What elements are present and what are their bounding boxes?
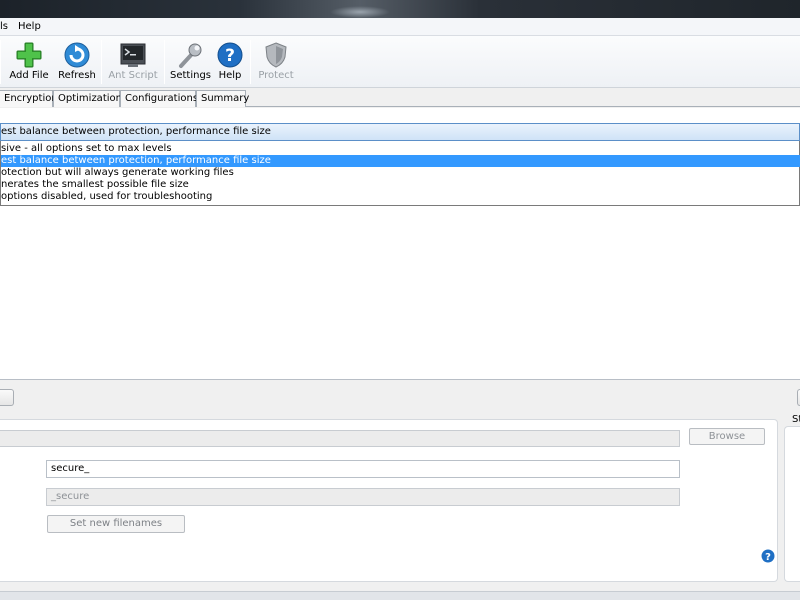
protect-button[interactable]: Protect	[255, 38, 297, 86]
left-panel-button[interactable]	[0, 389, 14, 406]
menu-help[interactable]: Help	[18, 21, 41, 32]
tab-optimization[interactable]: Optimization	[53, 90, 122, 107]
add-file-label: Add File	[9, 70, 49, 81]
settings-label: Settings	[170, 70, 212, 81]
refresh-button[interactable]: Refresh	[57, 38, 97, 86]
browse-button[interactable]: Browse	[689, 428, 765, 445]
ant-script-button[interactable]: Ant Script	[107, 38, 159, 86]
tab-strip: Encryption Optimization Configurations S…	[0, 89, 800, 107]
output-panel: St Browse secure_ _secure Set new filena…	[0, 381, 800, 600]
tab-configurations[interactable]: Configurations	[120, 90, 198, 107]
svg-text:?: ?	[765, 552, 771, 563]
status-bar	[0, 591, 800, 600]
terminal-icon	[120, 43, 146, 67]
profile-option-selected[interactable]: est balance between protection, performa…	[1, 155, 800, 167]
set-new-filenames-button[interactable]: Set new filenames	[47, 515, 185, 533]
protect-label: Protect	[258, 70, 294, 81]
help-button[interactable]: ? Help	[214, 38, 246, 86]
profile-option[interactable]: otection but will always generate workin…	[1, 167, 800, 179]
menu-bar: ls Help	[0, 18, 800, 36]
profile-combo[interactable]: est balance between protection, performa…	[0, 123, 800, 141]
tab-encryption[interactable]: Encryption	[0, 90, 58, 107]
settings-button[interactable]: Settings	[170, 38, 212, 86]
refresh-icon	[64, 42, 90, 68]
help-icon: ?	[217, 42, 243, 68]
profile-dropdown-list: sive - all options set to max levels est…	[0, 141, 800, 206]
toolbar-separator	[101, 40, 102, 84]
title-bar-glow	[330, 6, 390, 18]
right-groupbox	[784, 426, 800, 582]
help-label: Help	[218, 70, 242, 81]
menu-tools[interactable]: ls	[0, 21, 8, 32]
refresh-label: Refresh	[58, 70, 96, 81]
help-icon[interactable]: ?	[761, 549, 775, 563]
configuration-panel: est balance between protection, performa…	[0, 108, 800, 380]
profile-option[interactable]: options disabled, used for troubleshooti…	[1, 191, 800, 203]
toolbar: Add File Refresh Ant Script Settings ? H…	[0, 36, 800, 88]
tab-summary[interactable]: Summary	[196, 90, 249, 107]
ant-script-label: Ant Script	[108, 70, 158, 81]
suffix-input[interactable]: _secure	[46, 488, 680, 506]
output-path-field[interactable]	[0, 430, 680, 447]
shield-icon	[265, 42, 287, 68]
prefix-input[interactable]: secure_	[46, 460, 680, 478]
toolbar-separator	[164, 40, 165, 84]
toolbar-separator	[0, 40, 1, 84]
toolbar-separator	[250, 40, 251, 84]
profile-option[interactable]: nerates the smallest possible file size	[1, 179, 800, 191]
add-file-button[interactable]: Add File	[8, 38, 50, 86]
window-title-bar	[0, 0, 800, 18]
plus-icon	[16, 42, 42, 68]
wrench-icon	[179, 43, 202, 68]
svg-text:?: ?	[225, 46, 235, 66]
profile-option[interactable]: sive - all options set to max levels	[1, 143, 800, 155]
right-panel-label: St	[792, 414, 800, 425]
